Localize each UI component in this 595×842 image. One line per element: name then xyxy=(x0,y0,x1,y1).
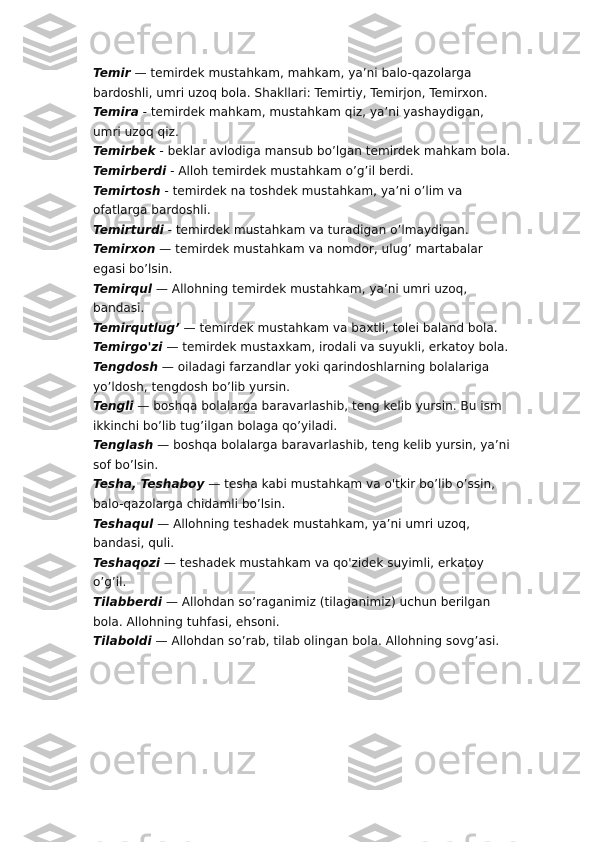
entry-definition: - temirdek mustahkam va turadigan o’lmay… xyxy=(163,222,469,237)
watermark-text: oefen.uz xyxy=(88,738,257,784)
dictionary-entry: Teshaqul — Allohning teshadek mustahkam,… xyxy=(93,515,511,554)
document-page: oefen.uz oefen.uz oefen.uz oefen.uz oefen.uz… xyxy=(0,0,595,842)
stacked-layers-icon xyxy=(22,193,78,250)
stacked-layers-icon xyxy=(22,283,78,340)
dictionary-entry: Temirgo'zi — temirdek mustaxkam, irodali… xyxy=(93,338,511,358)
entry-definition: - temirdek mahkam, mustahkam qiz, ya’ni … xyxy=(93,105,484,139)
entry-headword: Tilaboldi xyxy=(93,634,152,649)
dictionary-entry: Temirxon — temirdek mustahkam va nomdor,… xyxy=(93,240,511,279)
entry-headword: Temirqutlug’ xyxy=(93,320,180,335)
dictionary-entry: Temirbek - beklar avlodiga mansub bo’lga… xyxy=(93,142,511,162)
entry-headword: Tengli xyxy=(93,399,134,414)
watermark-text: oefen.uz xyxy=(413,648,582,694)
dictionary-entry: Tengdosh — oiladagi farzandlar yoki qari… xyxy=(93,358,511,397)
entry-headword: Tenglash xyxy=(93,438,154,453)
entry-headword: Temirtosh xyxy=(93,183,161,198)
entry-headword: Teshaqozi xyxy=(93,555,161,570)
watermark-tile: oefen.uz xyxy=(347,822,582,842)
watermark-text: oefen.uz xyxy=(88,648,257,694)
watermark-tile: oefen.uz xyxy=(347,732,582,790)
entry-headword: Temirbek xyxy=(93,144,156,159)
stacked-layers-icon xyxy=(22,823,78,842)
entry-definition: - beklar avlodiga mansub bo’lgan temirde… xyxy=(155,144,511,159)
watermark-text: oefen.uz xyxy=(88,18,257,64)
entry-definition: — temirdek mustaxkam, irodali va suyukli… xyxy=(162,340,509,355)
entry-headword: Temirturdi xyxy=(93,222,164,237)
watermark-tile: oefen.uz xyxy=(347,12,582,70)
watermark-tile: oefen.uz xyxy=(22,822,257,842)
entry-headword: Temirxon xyxy=(93,242,156,257)
entry-definition: — boshqa bolalarga baravarlashib, teng k… xyxy=(93,438,510,472)
entry-definition: — temirdek mustahkam va baxtli, tolei ba… xyxy=(179,320,498,335)
stacked-layers-icon xyxy=(22,13,78,70)
dictionary-entry: Tilabberdi — Allohdan so’raganimiz (tila… xyxy=(93,593,511,632)
stacked-layers-icon xyxy=(347,823,403,842)
entry-headword: Temirgo'zi xyxy=(93,340,163,355)
watermark-text: oefen.uz xyxy=(413,738,582,784)
stacked-layers-icon xyxy=(347,13,403,70)
dictionary-entry: Temirturdi - temirdek mustahkam va turad… xyxy=(93,221,511,241)
watermark-tile: oefen.uz xyxy=(22,732,257,790)
dictionary-entry: Temir — temirdek mustahkam, mahkam, ya’n… xyxy=(93,64,511,103)
entry-headword: Tengdosh xyxy=(93,359,158,374)
stacked-layers-icon xyxy=(22,373,78,430)
stacked-layers-icon xyxy=(22,643,78,700)
entry-headword: Temira xyxy=(93,105,139,120)
dictionary-entry: Temirberdi - Alloh temirdek mustahkam o’… xyxy=(93,162,511,182)
entry-headword: Temirqul xyxy=(93,281,153,296)
entry-headword: Tesha, Teshaboy xyxy=(93,477,205,492)
watermark-text: oefen.uz xyxy=(88,831,257,842)
entry-headword: Temir xyxy=(93,66,131,80)
entry-definition: — boshqa bolalarga baravarlashib, teng k… xyxy=(93,399,502,433)
dictionary-entry: Temirqutlug’ — temirdek mustahkam va bax… xyxy=(93,319,511,339)
stacked-layers-icon xyxy=(22,463,78,520)
watermark-tile: oefen.uz xyxy=(22,12,257,70)
dictionary-entry: Temira - temirdek mahkam, mustahkam qiz,… xyxy=(93,103,511,142)
watermark-text: oefen.uz xyxy=(413,831,582,842)
watermark-text: oefen.uz xyxy=(413,18,582,64)
stacked-layers-icon xyxy=(22,103,78,160)
dictionary-entry: Tesha, Teshaboy — tesha kabi mustahkam v… xyxy=(93,475,511,514)
stacked-layers-icon xyxy=(22,733,78,790)
stacked-layers-icon xyxy=(347,733,403,790)
dictionary-entry: Tenglash — boshqa bolalarga baravarlashi… xyxy=(93,436,511,475)
dictionary-entry-list: Temir — temirdek mustahkam, mahkam, ya’n… xyxy=(93,64,511,652)
entry-definition: — Allohdan so’rab, tilab olingan bola. A… xyxy=(151,634,500,649)
entry-headword: Temirberdi xyxy=(93,163,167,178)
dictionary-entry: Temirtosh - temirdek na toshdek mustahka… xyxy=(93,182,511,221)
entry-headword: Teshaqul xyxy=(93,516,154,531)
dictionary-entry: Tengli — boshqa bolalarga baravarlashib,… xyxy=(93,397,511,436)
entry-headword: Tilabberdi xyxy=(93,595,162,610)
entry-definition: - Alloh temirdek mustahkam o’g’il berdi. xyxy=(166,163,414,178)
stacked-layers-icon xyxy=(22,553,78,610)
entry-definition: — temirdek mustahkam, mahkam, ya’ni balo… xyxy=(93,66,488,100)
dictionary-entry: Tilaboldi — Allohdan so’rab, tilab oling… xyxy=(93,632,511,652)
dictionary-entry: Temirqul — Allohning temirdek mustahkam,… xyxy=(93,280,511,319)
dictionary-entry: Teshaqozi — teshadek mustahkam va qo'zid… xyxy=(93,554,511,593)
